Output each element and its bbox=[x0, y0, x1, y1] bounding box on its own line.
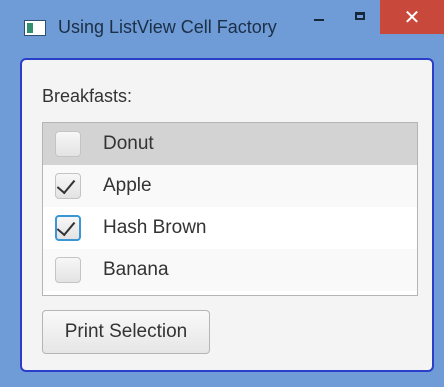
breakfast-listview[interactable]: Donut Apple Hash Brown Banana bbox=[42, 122, 418, 296]
checkmark-icon bbox=[56, 174, 76, 195]
app-icon bbox=[24, 20, 46, 36]
close-icon: ✕ bbox=[403, 5, 421, 29]
content-pane: Breakfasts: Donut Apple Hash Brown Banan… bbox=[20, 58, 434, 372]
hash-brown-checkbox[interactable] bbox=[55, 215, 81, 241]
banana-checkbox[interactable] bbox=[55, 257, 81, 283]
breakfasts-label: Breakfasts: bbox=[42, 86, 133, 106]
list-item-label: Apple bbox=[103, 175, 152, 196]
list-item-label: Donut bbox=[103, 133, 154, 154]
list-item-apple[interactable]: Apple bbox=[43, 165, 417, 207]
close-button[interactable]: ✕ bbox=[380, 0, 444, 34]
maximize-button[interactable] bbox=[344, 0, 376, 32]
apple-checkbox[interactable] bbox=[55, 173, 81, 199]
list-item-label: Hash Brown bbox=[103, 217, 207, 238]
checkmark-icon bbox=[56, 216, 76, 237]
print-selection-button[interactable]: Print Selection bbox=[42, 310, 210, 354]
window-title: Using ListView Cell Factory bbox=[58, 17, 277, 37]
list-item-hash-brown[interactable]: Hash Brown bbox=[43, 207, 417, 249]
maximize-icon bbox=[355, 12, 365, 20]
donut-checkbox[interactable] bbox=[55, 131, 81, 157]
list-item-donut[interactable]: Donut bbox=[43, 123, 417, 165]
minimize-button[interactable] bbox=[300, 0, 338, 32]
app-window: Using ListView Cell Factory ✕ Breakfasts… bbox=[0, 0, 444, 387]
list-item-banana[interactable]: Banana bbox=[43, 249, 417, 291]
list-item-label: Banana bbox=[103, 259, 169, 280]
minimize-icon bbox=[314, 19, 324, 21]
title-bar[interactable]: Using ListView Cell Factory ✕ bbox=[0, 0, 444, 52]
